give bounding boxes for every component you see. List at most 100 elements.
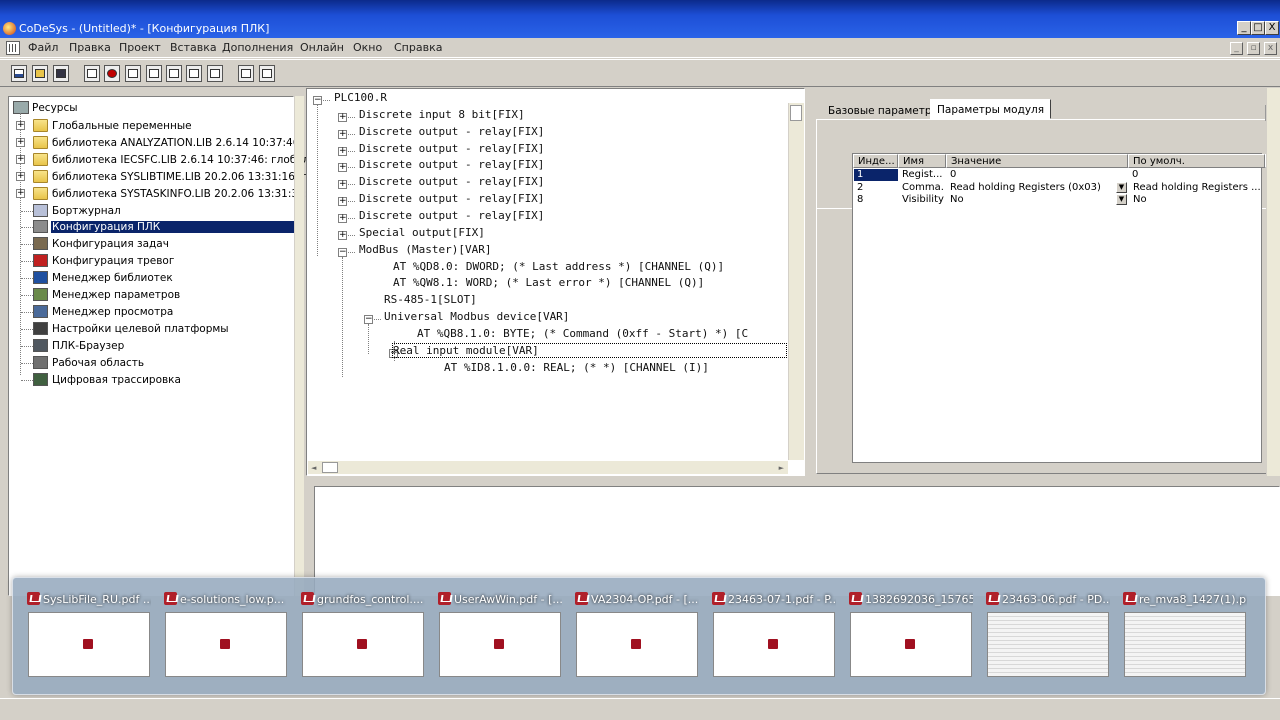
expand-icon[interactable]: + [338,180,347,190]
module-node[interactable]: Discrete output - relay[FIX] [359,142,544,155]
new-file-icon[interactable] [11,65,27,82]
expand-icon[interactable]: + [338,146,347,156]
menu-online[interactable]: Онлайн [300,41,344,54]
expand-icon[interactable]: + [338,230,347,240]
channel-node[interactable]: AT %QD8.0: DWORD; (* Last address *) [CH… [393,260,724,273]
plc-tree-horizontal-scrollbar[interactable]: ◄ ► [308,461,788,474]
taskbar-thumbnail[interactable]: re_mva8_1427(1).p... [1123,586,1247,680]
write-values-icon[interactable] [186,65,202,82]
grid-cell-value[interactable]: 0 [950,169,1126,181]
save-icon[interactable] [53,65,69,82]
folder-icon [33,169,48,183]
resources-splitter[interactable] [294,96,304,596]
module-node[interactable]: ModBus (Master)[VAR] [359,243,491,256]
menu-edit[interactable]: Правка [69,41,111,54]
expand-icon[interactable]: + [16,137,25,147]
collapse-icon[interactable]: − [364,315,373,325]
mdi-restore-button[interactable]: ▫ [1247,42,1260,55]
step-over-icon[interactable] [125,65,141,82]
taskbar-thumbnail[interactable]: 23463-06.pdf - PD... [986,586,1110,680]
folder-icon [33,186,48,200]
module-node[interactable]: Discrete output - relay[FIX] [359,175,544,188]
collapse-icon[interactable]: − [338,247,347,257]
find-icon[interactable] [238,65,254,82]
login-icon[interactable] [84,65,100,82]
maximize-button[interactable]: □ [1251,21,1265,35]
channel-node[interactable]: AT %ID8.1.0.0: REAL; (* *) [CHANNEL (I)] [444,361,709,374]
pdf-reader-icon [83,639,93,649]
expand-icon[interactable]: + [16,121,25,130]
logbook-icon [33,203,48,217]
grid-cell-value[interactable]: No [950,194,1115,206]
expand-icon[interactable]: + [16,171,25,181]
channel-node[interactable]: AT %QW8.1: WORD; (* Last error *) [CHANN… [393,276,704,289]
dropdown-arrow-icon[interactable]: ▼ [1116,194,1127,205]
thumbnail-title-text: 23463-07-1.pdf - P... [728,593,836,606]
minimize-button[interactable]: _ [1237,21,1251,35]
expand-icon[interactable]: + [338,112,347,122]
module-node[interactable]: PLC100.R [334,91,387,104]
grid-column-header[interactable]: По умолч. [1128,154,1265,168]
taskbar-thumbnail[interactable]: VA2304-OP.pdf - [... [575,586,699,680]
open-file-icon[interactable] [32,65,48,82]
close-button[interactable]: X [1265,21,1279,35]
tab-base-parameters[interactable]: Базовые параметры [822,101,946,121]
collapse-icon[interactable]: − [313,96,322,105]
expand-icon[interactable]: + [16,154,25,164]
mdi-minimize-button[interactable]: _ [1230,42,1243,55]
grid-column-header[interactable]: Значение [946,154,1128,168]
run-stop-icon[interactable] [104,65,120,82]
module-node[interactable]: Discrete input 8 bit[FIX] [359,108,525,121]
expand-icon[interactable]: + [338,163,347,173]
thumbnail-title: 1382692036_15765... [849,592,973,608]
params-vertical-scrollbar[interactable] [1266,88,1280,476]
replace-icon[interactable] [259,65,275,82]
taskbar-thumbnail[interactable]: UserAwWin.pdf - [... [438,586,562,680]
taskbar-thumbnail[interactable]: grundfos_control.... [301,586,425,680]
module-node[interactable]: Real input module[VAR] [392,342,787,358]
force-values-icon[interactable] [207,65,223,82]
module-node[interactable]: Universal Modbus device[VAR] [384,310,569,323]
pdf-reader-icon [575,592,588,605]
taskbar-thumbnail[interactable]: SysLibFile_RU.pdf ... [27,586,151,680]
menu-extras[interactable]: Дополнения [222,41,293,54]
pdf-reader-icon [27,592,40,605]
channel-node[interactable]: AT %QB8.1.0: BYTE; (* Command (0xff - St… [417,327,748,340]
grid-cell-value[interactable]: Read holding Registers (0x03) [950,182,1115,194]
expand-icon[interactable]: + [338,129,347,139]
grid-column-header[interactable]: Инде... [853,154,898,168]
menu-project[interactable]: Проект [119,41,161,54]
dropdown-arrow-icon[interactable]: ▼ [1116,181,1127,193]
document-window-icon[interactable] [6,41,20,55]
menu-insert[interactable]: Вставка [170,41,217,54]
expand-icon[interactable]: + [338,197,347,207]
thumbnail-title: VA2304-OP.pdf - [... [575,592,699,608]
tab-module-parameters[interactable]: Параметры модуля [930,99,1052,119]
taskbar-thumbnail[interactable]: 1382692036_15765... [849,586,973,680]
taskbar-thumbnail[interactable]: 23463-07-1.pdf - P... [712,586,836,680]
module-node[interactable]: RS-485-1[SLOT] [384,293,477,306]
expand-icon[interactable]: + [338,213,347,223]
menu-window[interactable]: Окно [353,41,382,54]
single-cycle-icon[interactable] [166,65,182,82]
grid-column-header[interactable]: Имя [898,154,946,168]
menu-file[interactable]: Файл [28,41,58,54]
step-in-icon[interactable] [146,65,162,82]
pdf-reader-icon [631,639,641,649]
mdi-close-button[interactable]: x [1264,42,1277,55]
module-node[interactable]: Special output[FIX] [359,226,485,239]
codesys-app-icon[interactable] [3,22,16,35]
module-node[interactable]: Discrete output - relay[FIX] [359,192,544,205]
tree-connector [348,251,355,253]
tree-connector [348,234,355,236]
resource-item-label: библиотека SYSTASKINFO.LIB 20.2.06 13:31… [52,187,324,200]
menu-help[interactable]: Справка [394,41,442,54]
module-node[interactable]: Discrete output - relay[FIX] [359,158,544,171]
tree-connector [21,261,33,263]
module-node[interactable]: Discrete output - relay[FIX] [359,209,544,222]
plc-tree-vertical-scrollbar[interactable] [788,103,804,460]
expand-icon[interactable]: + [16,188,25,198]
module-node[interactable]: Discrete output - relay[FIX] [359,125,544,138]
taskbar-thumbnail[interactable]: e-solutions_low.p... [164,586,288,680]
thumbnail-preview [165,612,287,677]
